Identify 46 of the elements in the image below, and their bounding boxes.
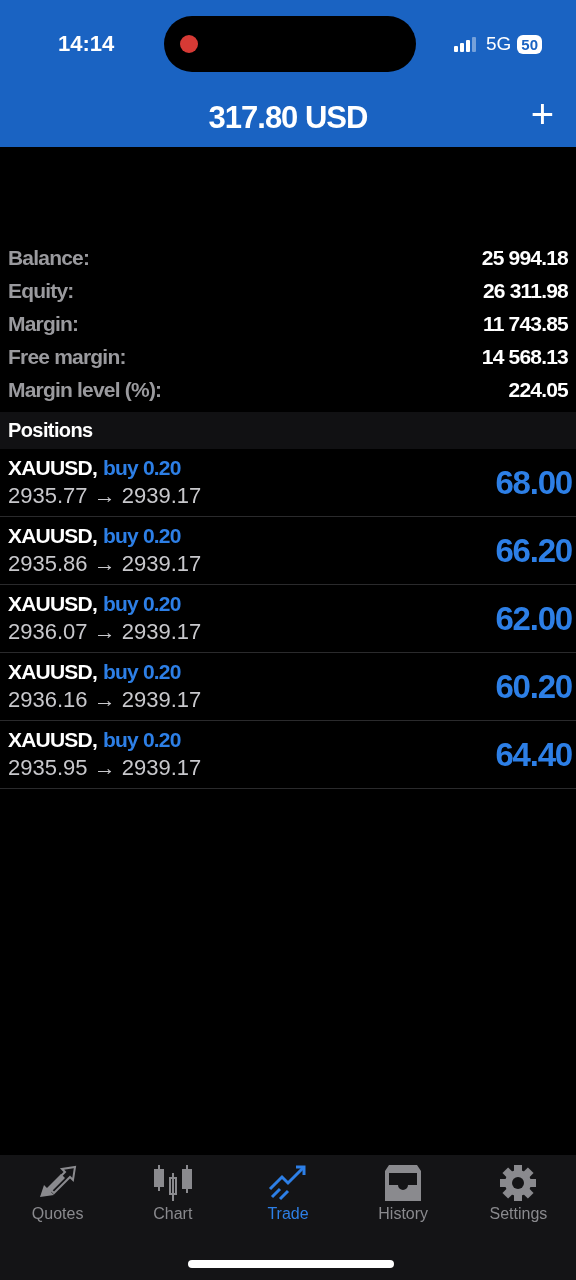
- summary-label: Margin:: [8, 311, 79, 336]
- summary-label: Free margin:: [8, 344, 126, 369]
- summary-value: 224.05: [508, 377, 568, 402]
- tab[interactable]: Quotes: [0, 1155, 116, 1280]
- position-profit: 60.20: [495, 667, 572, 706]
- position-side: buy 0.20: [102, 524, 181, 548]
- battery-level: 50: [517, 34, 542, 54]
- tab[interactable]: Settings: [460, 1155, 576, 1280]
- position-profit: 64.40: [495, 735, 572, 774]
- position-prices: 2936.16 → 2939.17: [8, 687, 202, 713]
- position-prices: 2935.77 → 2939.17: [8, 483, 202, 509]
- position-profit: 66.20: [495, 531, 572, 570]
- summary-value: 26 311.98: [482, 278, 568, 303]
- position-side: buy 0.20: [102, 592, 181, 616]
- position-side: buy 0.20: [102, 728, 181, 752]
- section-title: Positions: [8, 419, 93, 442]
- settings-icon: [498, 1165, 539, 1201]
- inbox-icon: [383, 1165, 424, 1201]
- position-profit: 62.00: [495, 599, 572, 638]
- position-symbol: XAUUSD,: [8, 660, 97, 684]
- profit-title: 317.80 USD: [208, 99, 368, 136]
- tab[interactable]: Chart: [115, 1155, 231, 1280]
- position-symbol: XAUUSD,: [8, 524, 97, 548]
- trend-icon: [268, 1165, 308, 1201]
- position-prices: 2935.95 → 2939.17: [8, 755, 202, 781]
- position-symbol: XAUUSD,: [8, 592, 97, 616]
- candlestick-icon: [152, 1165, 193, 1201]
- position-prices: 2935.86 → 2939.17: [8, 551, 202, 577]
- position-side: buy 0.20: [102, 660, 181, 684]
- clock: 14:14: [58, 31, 116, 57]
- tab[interactable]: Trade: [230, 1155, 346, 1280]
- position-side: buy 0.20: [102, 456, 181, 480]
- tab[interactable]: History: [345, 1155, 461, 1280]
- summary-value: 11 743.85: [482, 311, 568, 336]
- recording-dot: [180, 35, 198, 53]
- summary-value: 14 568.13: [481, 344, 568, 369]
- network-label: 5G: [485, 33, 512, 55]
- summary-label: Balance:: [8, 245, 90, 270]
- position-symbol: XAUUSD,: [8, 456, 97, 480]
- position-profit: 68.00: [495, 463, 572, 502]
- position-prices: 2936.07 → 2939.17: [8, 619, 202, 645]
- summary-label: Margin level (%):: [8, 377, 162, 402]
- summary-label: Equity:: [8, 278, 74, 303]
- add-button[interactable]: +: [526, 92, 558, 136]
- summary-value: 25 994.18: [481, 245, 568, 270]
- position-symbol: XAUUSD,: [8, 728, 97, 752]
